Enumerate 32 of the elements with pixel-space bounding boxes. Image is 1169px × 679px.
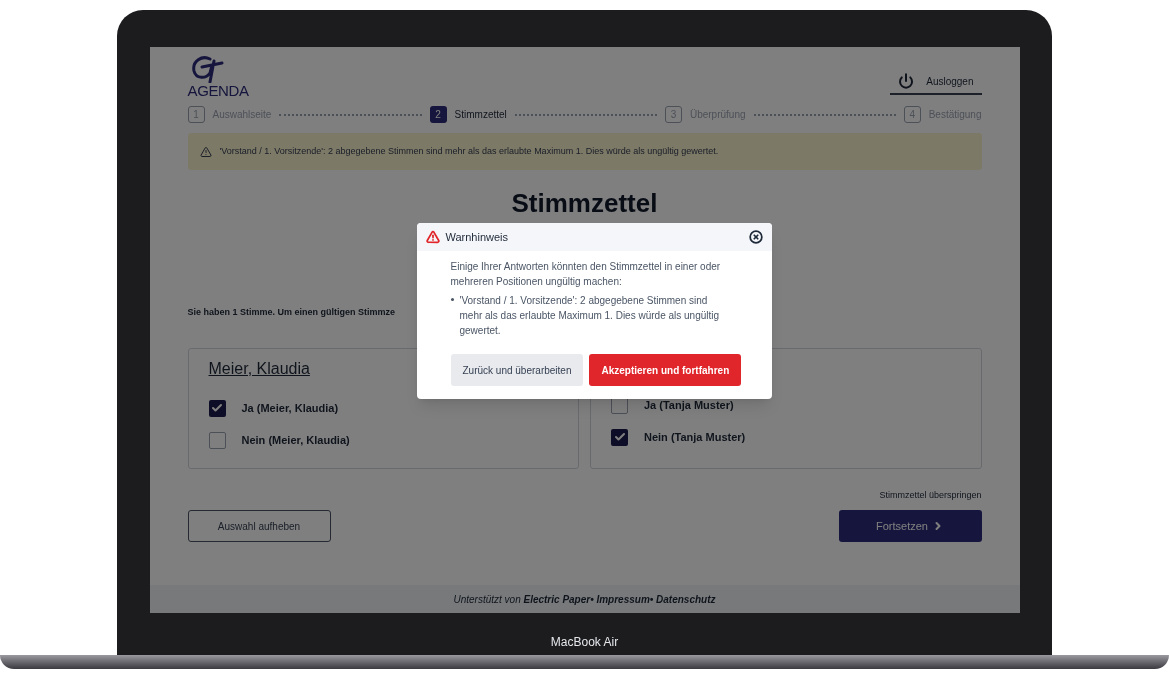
bullet-icon [450, 298, 454, 301]
footer-text: Unterstützt von Electric Paper• Impressum• Datenschutz [453, 592, 716, 607]
logout-button[interactable]: Ausloggen [890, 73, 982, 95]
checkbox[interactable] [208, 399, 226, 417]
dialog-list-item: 'Vorstand / 1. Vorsitzende': 2 abgegebene Stimmen sind mehr als das erlaubte Maximum 1. Dies würde als ungültig gewertet. [459, 294, 721, 338]
power-icon [898, 73, 915, 89]
ballot-title: Stimmzettel [510, 190, 659, 216]
candidate-name: Meier, Klaudia [208, 358, 310, 379]
checkbox[interactable] [208, 431, 226, 449]
option-label[interactable]: Ja (Meier, Klaudia) [241, 399, 339, 417]
check-icon [613, 431, 626, 443]
option-label[interactable]: Nein (Meier, Klaudia) [241, 431, 350, 449]
option-label[interactable]: Nein (Tanja Muster) [644, 428, 746, 446]
warning-text: 'Vorstand / 1. Vorsitzende': 2 abgegebene Stimmen sind mehr als das erlaubte Maximum 1. Dies würde als ungültig gewertet. [219, 144, 719, 158]
accept-button[interactable]: Akzeptieren und fortfahren [589, 354, 742, 386]
dialog-message: Einige Ihrer Antworten könnten den Stimmzettel in einer oder mehreren Positionen ungültig machen: [450, 260, 722, 289]
back-button[interactable]: Zurück und überarbeiten [450, 354, 584, 386]
instruction-text: Sie haben 1 Stimme. Um einen gültigen Stimmze [187, 306, 396, 319]
logo-text: AGENDA [187, 83, 249, 98]
check-icon [211, 402, 223, 414]
skip-ballot-link[interactable]: Stimmzettel überspringen [879, 488, 982, 502]
option-label[interactable]: Ja (Tanja Muster) [644, 396, 734, 414]
warning-icon [199, 145, 212, 158]
close-icon[interactable] [748, 230, 763, 244]
dialog-title: Warnhinweis [445, 229, 509, 245]
step-label[interactable]: Stimmzettel [454, 107, 507, 122]
warning-icon [425, 230, 440, 244]
step-number: 2 [429, 106, 447, 123]
device-label: MacBook Air [550, 634, 619, 651]
clear-selection-button[interactable]: Auswahl aufheben [187, 510, 331, 542]
continue-button[interactable]: Fortsetzen [838, 510, 982, 542]
checkbox[interactable] [611, 428, 628, 446]
